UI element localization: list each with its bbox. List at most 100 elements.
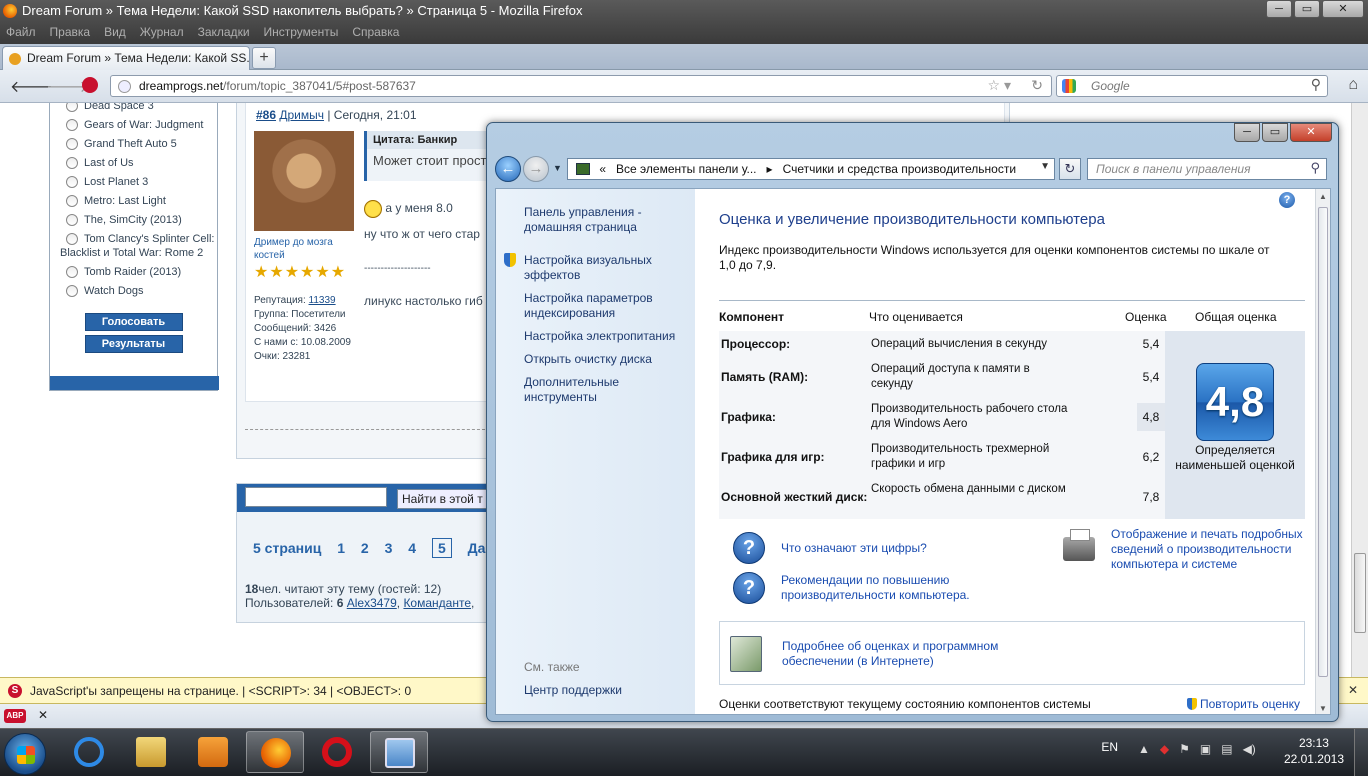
close-button[interactable]: ✕ xyxy=(1322,0,1364,18)
minimize-button[interactable]: ─ xyxy=(1266,0,1292,18)
radio-icon[interactable] xyxy=(66,119,78,131)
taskbar-explorer[interactable] xyxy=(122,731,180,773)
network-icon[interactable]: ▤ xyxy=(1221,742,1232,758)
chevron-down-icon[interactable]: ▼ xyxy=(1040,161,1050,172)
post-author-link[interactable]: Дримыч xyxy=(279,108,324,122)
topic-search-input[interactable] xyxy=(245,487,387,507)
home-icon[interactable]: ⌂ xyxy=(1348,76,1358,94)
noscript-icon[interactable] xyxy=(82,77,98,93)
adblock-icon[interactable]: ABP xyxy=(4,709,26,723)
radio-icon[interactable] xyxy=(66,176,78,188)
radio-icon[interactable] xyxy=(66,138,78,150)
menu-view[interactable]: Вид xyxy=(104,25,126,39)
menu-help[interactable]: Справка xyxy=(352,25,399,39)
url-bar[interactable]: dreamprogs.net/forum/topic_387041/5#post… xyxy=(110,75,1052,97)
breadcrumb-item[interactable]: Счетчики и средства производительности xyxy=(783,162,1016,176)
firefox-icon[interactable] xyxy=(3,4,17,18)
maximize-button[interactable]: ▭ xyxy=(1294,0,1320,18)
radio-icon[interactable] xyxy=(66,157,78,169)
poll-option[interactable]: The, SimCity (2013) xyxy=(50,213,217,227)
rerun-assessment-link[interactable]: Повторить оценку xyxy=(1187,697,1300,711)
nav-disk-cleanup[interactable]: Открыть очистку диска xyxy=(524,352,684,367)
history-dropdown-icon[interactable]: ▼ xyxy=(553,163,562,173)
menu-history[interactable]: Журнал xyxy=(140,25,184,39)
taskbar-opera[interactable] xyxy=(308,731,366,773)
radio-icon[interactable] xyxy=(66,285,78,297)
radio-icon[interactable] xyxy=(66,266,78,278)
page-link[interactable]: 1 xyxy=(337,540,345,556)
user-link[interactable]: Alex3479 xyxy=(347,596,397,610)
page-link[interactable]: 3 xyxy=(385,540,393,556)
radio-icon[interactable] xyxy=(66,195,78,207)
breadcrumb-item[interactable]: Все элементы панели у... xyxy=(616,162,756,176)
new-tab-button[interactable]: + xyxy=(252,47,276,69)
poll-option[interactable]: Tom Clancy's Splinter Cell: Blacklist и … xyxy=(50,232,217,260)
web-search-field[interactable]: Google ⚲ xyxy=(1056,75,1328,97)
poll-option[interactable]: Metro: Last Light xyxy=(50,194,217,208)
radio-icon[interactable] xyxy=(66,214,78,226)
forward-button[interactable]: → xyxy=(523,156,549,182)
volume-icon[interactable]: ◀) xyxy=(1243,742,1256,758)
poll-option[interactable]: Dead Space 3 xyxy=(50,103,217,113)
radio-icon[interactable] xyxy=(66,103,78,112)
reputation-link[interactable]: 11339 xyxy=(309,295,336,306)
search-icon[interactable]: ⚲ xyxy=(1311,76,1321,93)
help-icon[interactable]: ? xyxy=(1279,192,1295,208)
scroll-down-icon[interactable]: ▼ xyxy=(1319,704,1327,713)
bookmark-star-icon[interactable]: ☆ ▾ xyxy=(988,77,1011,94)
nav-power[interactable]: Настройка электропитания xyxy=(524,329,684,344)
post-number-link[interactable]: #86 xyxy=(256,108,276,122)
next-page-link[interactable]: Да xyxy=(468,540,486,556)
menu-tools[interactable]: Инструменты xyxy=(264,25,339,39)
close-button[interactable]: ✕ xyxy=(1290,123,1332,142)
radio-icon[interactable] xyxy=(66,233,78,245)
topic-search-button[interactable]: Найти в этой т xyxy=(397,489,497,509)
scroll-up-icon[interactable]: ▲ xyxy=(1319,192,1327,201)
page-link[interactable]: 4 xyxy=(408,540,416,556)
reload-icon[interactable]: ↻ xyxy=(1031,77,1043,94)
what-numbers-link[interactable]: Что означают эти цифры? xyxy=(781,541,927,556)
search-icon[interactable]: ⚲ xyxy=(1310,160,1320,176)
nav-visual-effects[interactable]: Настройка визуальных эффектов xyxy=(524,253,684,283)
panel-scrollbar[interactable]: ▲ ▼ xyxy=(1315,189,1330,714)
taskbar-firefox[interactable] xyxy=(246,731,304,773)
results-button[interactable]: Результаты xyxy=(84,335,183,353)
page-scrollbar[interactable] xyxy=(1351,103,1368,677)
start-button[interactable] xyxy=(4,733,46,775)
control-panel-search[interactable]: Поиск в панели управления ⚲ xyxy=(1087,158,1327,180)
back-button[interactable]: ← xyxy=(495,156,521,182)
maximize-button[interactable]: ▭ xyxy=(1262,123,1288,142)
show-desktop-button[interactable] xyxy=(1354,729,1368,776)
scrollbar-thumb[interactable] xyxy=(1318,207,1328,677)
minimize-button[interactable]: ─ xyxy=(1234,123,1260,142)
nav-advanced-tools[interactable]: Дополнительные инструменты xyxy=(524,375,634,405)
poll-option[interactable]: Watch Dogs xyxy=(50,284,217,298)
poll-option[interactable]: Grand Theft Auto 5 xyxy=(50,137,217,151)
menu-file[interactable]: Файл xyxy=(6,25,36,39)
online-info-link[interactable]: Подробнее об оценках и программном обесп… xyxy=(782,639,1022,669)
menu-bookmarks[interactable]: Закладки xyxy=(198,25,250,39)
print-details-link[interactable]: Отображение и печать подробных сведений … xyxy=(1111,527,1307,572)
language-indicator[interactable]: EN xyxy=(1101,740,1118,754)
show-hidden-icons[interactable]: ▲ xyxy=(1138,742,1150,758)
poll-option[interactable]: Tomb Raider (2013) xyxy=(50,265,217,279)
refresh-button[interactable]: ↻ xyxy=(1059,158,1081,180)
nav-action-center[interactable]: Центр поддержки xyxy=(524,683,684,698)
address-bar[interactable]: « Все элементы панели у... ▸ Счетчики и … xyxy=(567,158,1055,180)
scrollbar-thumb[interactable] xyxy=(1354,553,1366,633)
taskbar-media[interactable] xyxy=(184,731,242,773)
taskbar-control-panel[interactable] xyxy=(370,731,428,773)
taskbar-ie[interactable] xyxy=(60,731,118,773)
antivirus-icon[interactable]: ◆ xyxy=(1160,742,1169,758)
clock[interactable]: 23:13 22.01.2013 xyxy=(1284,735,1344,767)
poll-option[interactable]: Lost Planet 3 xyxy=(50,175,217,189)
vote-button[interactable]: Голосовать xyxy=(84,313,183,331)
page-link[interactable]: 2 xyxy=(361,540,369,556)
tab-dream-forum[interactable]: Dream Forum » Тема Недели: Какой SS... xyxy=(2,46,250,70)
flag-icon[interactable]: ⚑ xyxy=(1179,742,1190,758)
close-icon[interactable]: ✕ xyxy=(38,708,48,722)
tips-link[interactable]: Рекомендации по повышению производительн… xyxy=(781,573,981,603)
nav-indexing[interactable]: Настройка параметров индексирования xyxy=(524,291,684,321)
menu-edit[interactable]: Правка xyxy=(50,25,91,39)
google-icon[interactable] xyxy=(1062,79,1076,93)
